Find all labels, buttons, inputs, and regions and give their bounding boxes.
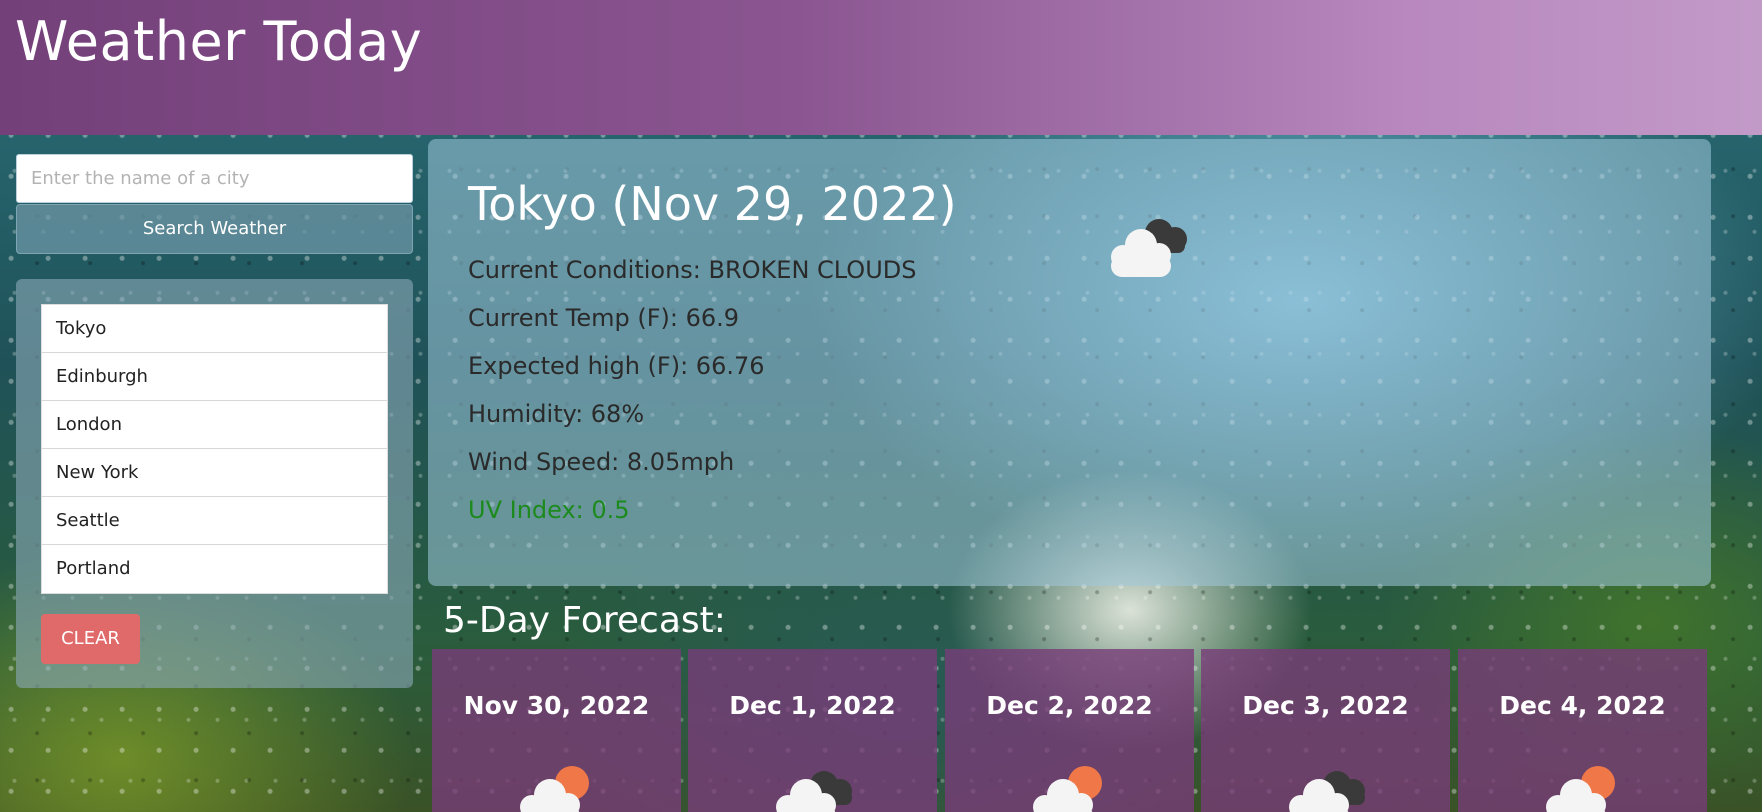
search-weather-button[interactable]: Search Weather	[16, 204, 413, 254]
broken-clouds-icon	[1289, 771, 1365, 812]
broken-clouds-icon	[1111, 219, 1187, 277]
forecast-date: Dec 3, 2022	[1242, 691, 1409, 720]
current-conditions: Current Conditions: BROKEN CLOUDS	[468, 256, 917, 284]
history-item-tokyo[interactable]: Tokyo	[42, 305, 387, 353]
search-history-list: Tokyo Edinburgh London New York Seattle …	[41, 304, 388, 594]
history-item-seattle[interactable]: Seattle	[42, 497, 387, 545]
forecast-date: Dec 2, 2022	[986, 691, 1153, 720]
broken-clouds-icon	[776, 771, 852, 812]
forecast-card: Dec 3, 2022	[1201, 649, 1450, 812]
forecast-heading: 5-Day Forecast:	[443, 600, 726, 641]
history-item-portland[interactable]: Portland	[42, 545, 387, 593]
forecast-card: Dec 1, 2022	[688, 649, 937, 812]
current-city-title: Tokyo (Nov 29, 2022)	[468, 177, 957, 231]
forecast-card: Dec 4, 2022	[1458, 649, 1707, 812]
app-header: Weather Today	[0, 0, 1762, 135]
current-weather-panel: Tokyo (Nov 29, 2022) Current Conditions:…	[428, 139, 1711, 586]
partly-cloudy-icon	[1546, 766, 1615, 812]
history-item-new-york[interactable]: New York	[42, 449, 387, 497]
city-search-input[interactable]	[16, 154, 413, 203]
clear-history-button[interactable]: CLEAR	[41, 614, 140, 664]
history-item-edinburgh[interactable]: Edinburgh	[42, 353, 387, 401]
uv-index: UV Index: 0.5	[468, 496, 630, 524]
forecast-date: Dec 1, 2022	[729, 691, 896, 720]
humidity: Humidity: 68%	[468, 400, 645, 428]
forecast-card: Nov 30, 2022	[432, 649, 681, 812]
forecast-card: Dec 2, 2022	[945, 649, 1194, 812]
search-history-panel: Tokyo Edinburgh London New York Seattle …	[16, 279, 413, 688]
wind-speed: Wind Speed: 8.05mph	[468, 448, 735, 476]
partly-cloudy-icon	[1033, 766, 1102, 812]
forecast-date: Dec 4, 2022	[1499, 691, 1666, 720]
current-temp: Current Temp (F): 66.9	[468, 304, 740, 332]
expected-high: Expected high (F): 66.76	[468, 352, 765, 380]
history-item-london[interactable]: London	[42, 401, 387, 449]
partly-cloudy-icon	[520, 766, 589, 812]
forecast-date: Nov 30, 2022	[463, 691, 650, 720]
app-title: Weather Today	[15, 10, 423, 73]
